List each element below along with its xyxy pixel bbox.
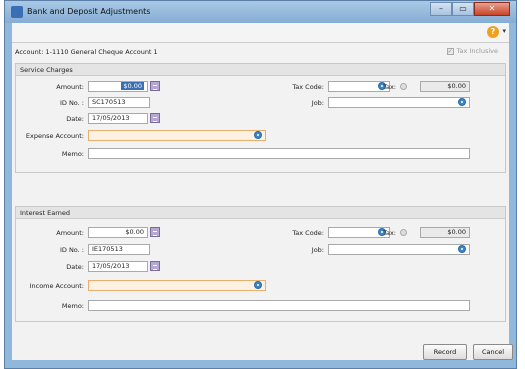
calendar-icon[interactable]: [150, 113, 160, 123]
help-dropdown-icon[interactable]: ▾: [502, 27, 506, 35]
service-id-field[interactable]: SC170513: [88, 97, 150, 108]
income-account-field[interactable]: [88, 280, 266, 291]
help-icon[interactable]: ?: [487, 26, 499, 38]
expense-account-label: Expense Account:: [25, 132, 84, 140]
interest-date-label: Date:: [66, 263, 84, 271]
interest-memo-field[interactable]: [88, 300, 470, 311]
interest-date-field[interactable]: 17/05/2013: [88, 261, 148, 272]
expense-account-lookup-icon[interactable]: [254, 131, 262, 139]
interest-earned-section: Interest Earned Amount: $0.00 ID No. : I…: [15, 206, 506, 322]
interest-earned-heading: Interest Earned: [16, 207, 505, 219]
interest-tax-field: $0.00: [420, 227, 470, 238]
calendar-icon[interactable]: [150, 261, 160, 271]
income-account-lookup-icon[interactable]: [254, 281, 262, 289]
cancel-button[interactable]: Cancel: [473, 344, 513, 360]
interest-job-label: Job:: [311, 246, 324, 254]
interest-id-label: ID No. :: [59, 246, 84, 254]
service-tax-code-label: Tax Code:: [292, 83, 324, 91]
job-lookup-icon[interactable]: [458, 245, 466, 253]
title-bar[interactable]: Bank and Deposit Adjustments – ▭ ✕: [5, 1, 516, 23]
info-icon[interactable]: [400, 83, 407, 90]
service-memo-label: Memo:: [61, 150, 84, 158]
service-date-field[interactable]: 17/05/2013: [88, 113, 148, 124]
expense-account-field[interactable]: [88, 130, 266, 141]
minimize-button[interactable]: –: [430, 2, 452, 16]
service-amount-field[interactable]: $0.00: [88, 81, 148, 92]
service-job-label: Job:: [311, 99, 324, 107]
interest-tax-label: Tax:: [383, 229, 396, 237]
calculator-icon[interactable]: [150, 81, 160, 91]
app-icon: [11, 6, 23, 18]
calculator-icon[interactable]: [150, 227, 160, 237]
service-id-label: ID No. :: [59, 99, 84, 107]
service-charges-section: Service Charges Amount: $0.00 ID No. : S…: [15, 63, 506, 173]
interest-id-field[interactable]: IE170513: [88, 244, 150, 255]
interest-tax-code-label: Tax Code:: [292, 229, 324, 237]
record-button[interactable]: Record: [423, 344, 467, 360]
window-title: Bank and Deposit Adjustments: [27, 7, 151, 16]
service-date-label: Date:: [66, 115, 84, 123]
tax-inclusive[interactable]: ✓ Tax Inclusive: [446, 47, 498, 55]
interest-amount-field[interactable]: $0.00: [88, 227, 148, 238]
tax-inclusive-label: Tax Inclusive: [456, 47, 498, 55]
close-button[interactable]: ✕: [474, 2, 510, 16]
service-job-field[interactable]: [328, 97, 470, 108]
account-label: Account: 1-1110 General Cheque Account 1: [15, 48, 158, 56]
toolbar: ? ▾: [12, 23, 509, 43]
job-lookup-icon[interactable]: [458, 98, 466, 106]
maximize-button[interactable]: ▭: [452, 2, 474, 16]
income-account-label: Income Account:: [29, 282, 84, 290]
app-window: Bank and Deposit Adjustments – ▭ ✕ ? ▾ A…: [4, 0, 517, 369]
interest-memo-label: Memo:: [61, 302, 84, 310]
service-tax-label: Tax:: [383, 83, 396, 91]
info-icon[interactable]: [400, 229, 407, 236]
service-memo-field[interactable]: [88, 148, 470, 159]
interest-job-field[interactable]: [328, 244, 470, 255]
service-charges-heading: Service Charges: [16, 64, 505, 76]
window-controls: – ▭ ✕: [430, 2, 510, 17]
tax-inclusive-checkbox[interactable]: ✓: [446, 47, 454, 55]
service-tax-field: $0.00: [420, 81, 470, 92]
interest-amount-label: Amount:: [56, 229, 84, 237]
service-amount-label: Amount:: [56, 83, 84, 91]
